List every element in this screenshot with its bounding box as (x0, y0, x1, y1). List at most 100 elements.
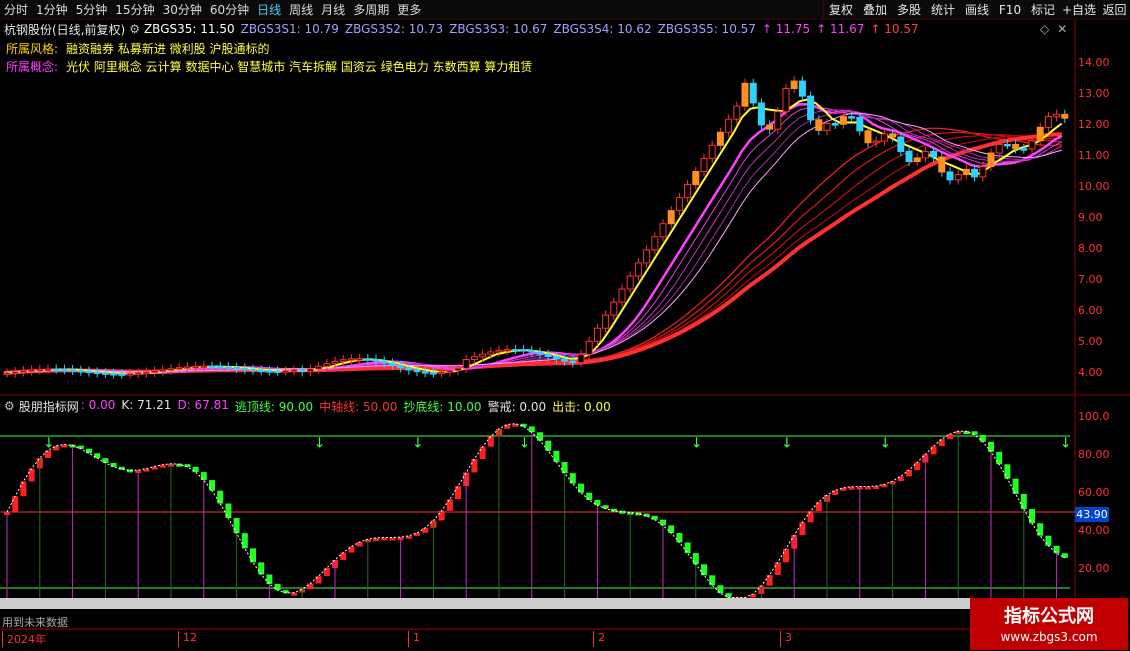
k-bar (1012, 478, 1019, 494)
k-bar (12, 496, 19, 512)
price-tick: 10.00 (1078, 180, 1110, 193)
candle-body (864, 130, 872, 144)
toolbar-button-4[interactable]: 画线 (959, 0, 994, 19)
candle-body (544, 353, 552, 358)
k-bar (274, 583, 281, 591)
toolbar-button-6[interactable]: 标记 (1025, 0, 1060, 19)
indicator-settings-icon[interactable]: ⚙ (4, 399, 15, 413)
price-tick: 5.00 (1078, 335, 1103, 348)
candle-body (610, 301, 618, 316)
candle-body (561, 358, 569, 362)
toolbar-button-3[interactable]: 统计 (925, 0, 960, 19)
down-arrow-icon: ↓ (1060, 435, 1072, 451)
date-tick: 1 (408, 631, 420, 647)
k-bar (660, 519, 666, 526)
candle-body (274, 370, 282, 373)
indicator-field-5: 抄底线: 10.00 (403, 399, 482, 414)
k-bar (455, 486, 461, 500)
candle-body (725, 118, 733, 133)
kline-chart[interactable]: ↓ ↓ ↓ ↓ ↓ ↓ ↓ ↓ (0, 0, 1130, 650)
k-bar (1029, 509, 1035, 524)
candle-body (667, 210, 675, 225)
k-line (6, 423, 1066, 598)
k-bar (102, 458, 109, 463)
current-value-badge: 43.90 (1075, 507, 1109, 522)
k-bar (241, 533, 248, 549)
candle-body (503, 349, 511, 352)
k-bar (774, 562, 781, 575)
k-bar (528, 426, 535, 433)
candle-body (28, 369, 36, 372)
toolbar-button-7[interactable]: +自选 (1059, 0, 1098, 19)
price-tick: 6.00 (1078, 304, 1103, 317)
toolbar-button-0[interactable]: 复权 (823, 0, 858, 19)
candle-body (921, 150, 929, 159)
candle-body (823, 123, 831, 131)
down-arrow-icon: ↓ (879, 435, 891, 451)
candle-body (470, 356, 478, 360)
date-tick: 2024年 (2, 631, 46, 647)
candle-body (889, 133, 897, 138)
candle-body (643, 249, 651, 264)
candle-body (716, 131, 724, 146)
candle-body (634, 262, 642, 277)
k-bar (258, 562, 265, 575)
k-bar (422, 527, 429, 533)
k-bar (815, 501, 822, 512)
k-bar (914, 462, 921, 470)
candle-body (1003, 143, 1011, 147)
candle-body (946, 171, 954, 181)
k-bar (676, 533, 683, 543)
k-bar (537, 432, 543, 441)
candle-body (69, 369, 77, 372)
toolbar-button-8[interactable]: 返回 (1097, 0, 1130, 19)
toolbar-button-1[interactable]: 叠加 (857, 0, 892, 19)
k-bar (701, 564, 707, 576)
candle-body (134, 372, 142, 376)
candle-body (159, 369, 167, 372)
k-bar (1004, 464, 1011, 479)
candle-body (536, 351, 544, 355)
k-bar (446, 499, 453, 511)
candle-body (774, 111, 782, 130)
price-tick: 8.00 (1078, 242, 1103, 255)
toolbar-button-5[interactable]: F10 (993, 0, 1026, 19)
candle-body (364, 358, 372, 361)
price-tick: 13.00 (1078, 87, 1110, 100)
ma-long-line (3, 134, 1062, 374)
k-bar (315, 576, 322, 584)
candle-body (85, 370, 93, 374)
indicator-name[interactable]: 股朋指标网 (19, 398, 79, 415)
candle-body (839, 116, 847, 125)
candle-body (356, 358, 364, 361)
k-bar (184, 464, 191, 468)
candle-body (930, 150, 938, 158)
candle-body (397, 364, 405, 369)
k-bar (1061, 553, 1068, 558)
candle-body (520, 349, 528, 352)
candle-body (798, 80, 806, 97)
candle-body (790, 80, 798, 90)
candle-body (216, 365, 224, 369)
candle-body (19, 370, 27, 373)
candle-body (1044, 116, 1052, 128)
k-bar (356, 542, 363, 547)
candle-body (93, 371, 101, 375)
candle-body (585, 340, 593, 355)
candle-body (454, 367, 462, 371)
indicator-tick: 60.00 (1078, 486, 1110, 499)
toolbar-button-2[interactable]: 多股 (891, 0, 926, 19)
ma-long-line (3, 127, 1062, 374)
indicator-field-7: 出击: 0.00 (552, 399, 611, 414)
candle-body (183, 366, 191, 369)
candle-body (807, 95, 815, 121)
indicator-field-4: 中轴线: 50.00 (319, 399, 398, 414)
candle-body (1053, 113, 1061, 118)
candle-body (339, 359, 347, 362)
k-bar (938, 439, 945, 447)
candle-body (987, 152, 995, 168)
k-bar (553, 450, 560, 462)
down-arrow-icon: ↓ (314, 435, 326, 451)
candle-body (831, 123, 839, 126)
candle-body (995, 143, 1003, 154)
